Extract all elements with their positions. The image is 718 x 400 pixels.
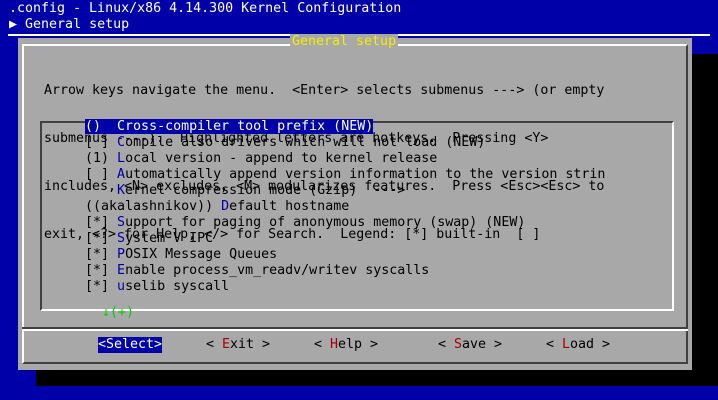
config-dialog: General setup Arrow keys navigate the me…: [18, 34, 692, 370]
window-title: .config - Linux/x86 4.14.300 Kernel Conf…: [9, 1, 402, 16]
load-button[interactable]: < Load >: [546, 337, 610, 353]
hotkey-letter: C: [117, 119, 126, 134]
save-button[interactable]: < Save >: [438, 337, 502, 353]
breadcrumb: ▶ General setup: [9, 17, 129, 33]
scroll-more-indicator[interactable]: ↓(+): [102, 305, 134, 321]
exit-button[interactable]: < Exit >: [206, 337, 270, 353]
hotkey-letter: u: [117, 279, 126, 294]
hotkey-letter: S: [117, 215, 126, 230]
menu-item-cross-compiler[interactable]: () Cross-compiler tool prefix (NEW): [85, 119, 605, 135]
menu-item-default-hostname[interactable]: ((akalashnikov)) Default hostname: [85, 199, 605, 215]
breadcrumb-label: General setup: [25, 17, 130, 32]
menu-item-process-vm[interactable]: [*] Enable process_vm_readv/writev sysca…: [85, 263, 605, 279]
dialog-title: General setup: [290, 34, 399, 50]
menu-item-kernel-compression[interactable]: Kernel compression mode (Gzip) --->: [85, 183, 605, 199]
menu-item-swap[interactable]: [*] Support for paging of anonymous memo…: [85, 215, 605, 231]
button-bar: <Select> < Exit > < Help > < Save > < Lo…: [18, 337, 692, 353]
hotkey-letter: D: [221, 199, 230, 214]
button-separator: [22, 327, 688, 331]
hotkey-letter: E: [117, 263, 126, 278]
menu-item-compile-drivers[interactable]: [ ] Compile also drivers which will not …: [85, 135, 605, 151]
hotkey-letter: L: [117, 151, 126, 166]
select-button[interactable]: <Select>: [98, 337, 163, 353]
menu-item-sysv-ipc[interactable]: [*] System V IPC: [85, 231, 605, 247]
menu-list[interactable]: () Cross-compiler tool prefix (NEW) [ ] …: [40, 119, 674, 320]
breadcrumb-arrow-icon: ▶: [9, 17, 18, 32]
hotkey-letter: A: [117, 167, 126, 182]
menu-item-auto-append-version[interactable]: [ ] Automatically append version informa…: [85, 167, 605, 183]
hotkey-letter: K: [117, 183, 126, 198]
hotkey-letter: S: [117, 231, 126, 246]
help-button[interactable]: < Help >: [314, 337, 378, 353]
hotkey-letter: P: [117, 247, 126, 262]
menu-item-posix-mq[interactable]: [*] POSIX Message Queues: [85, 247, 605, 263]
menu-item-uselib[interactable]: [*] uselib syscall: [85, 279, 605, 295]
hotkey-letter: C: [117, 135, 126, 150]
help-line: Arrow keys navigate the menu. <Enter> se…: [44, 83, 605, 98]
menu-item-local-version[interactable]: (1) Local version - append to kernel rel…: [85, 151, 605, 167]
menu-items: () Cross-compiler tool prefix (NEW) [ ] …: [85, 119, 605, 295]
